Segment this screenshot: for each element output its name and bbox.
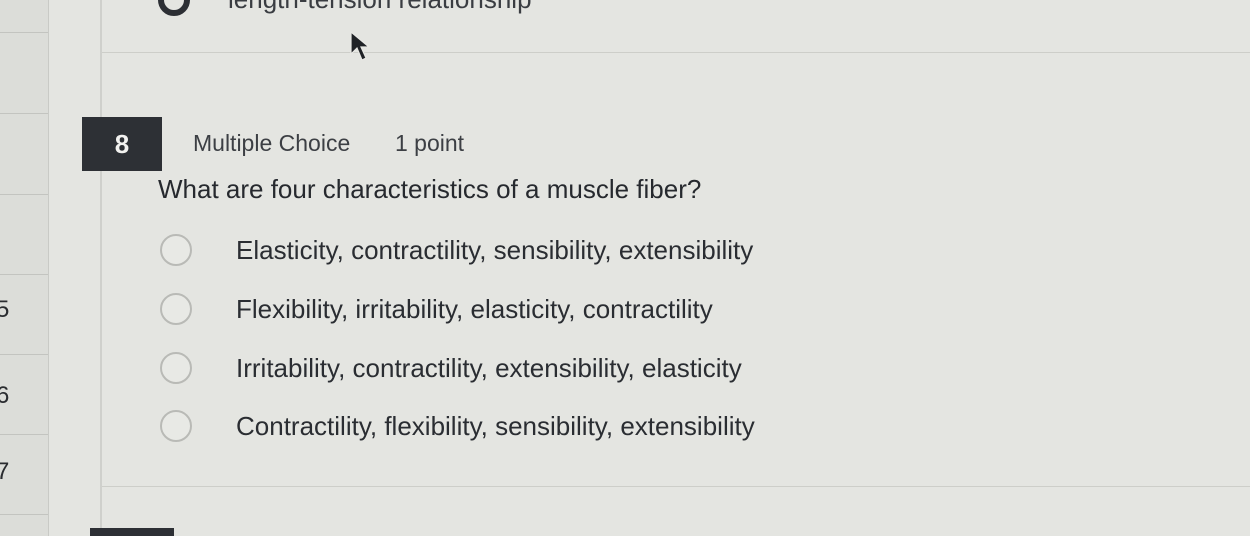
answer-option-label: Flexibility, irritability, elasticity, c… xyxy=(236,293,713,324)
mouse-pointer-icon xyxy=(350,30,371,61)
answer-option-2[interactable]: Flexibility, irritability, elasticity, c… xyxy=(160,289,713,329)
nav-item-5[interactable]: 5 xyxy=(0,274,48,355)
question-points: 1 point xyxy=(395,130,465,156)
nav-item-6[interactable]: 6 xyxy=(0,354,48,435)
answer-option-label: Elasticity, contractility, sensibility, … xyxy=(236,234,754,265)
nav-item[interactable] xyxy=(0,0,48,33)
nav-item-number: 5 xyxy=(0,296,10,323)
radio-button-icon[interactable] xyxy=(160,293,192,325)
answer-option-3[interactable]: Irritability, contractility, extensibili… xyxy=(160,348,742,388)
answer-option-1[interactable]: Elasticity, contractility, sensibility, … xyxy=(160,230,753,270)
previous-question-option-label: length-tension relationship xyxy=(228,0,532,15)
radio-button-icon[interactable] xyxy=(160,410,192,442)
question-navigation: 5 6 7 xyxy=(0,0,49,536)
nav-item-number: 7 xyxy=(0,458,10,485)
answer-option-label: Irritability, contractility, extensibili… xyxy=(236,352,742,383)
question-separator xyxy=(102,52,1250,53)
nav-item[interactable] xyxy=(0,33,48,114)
question-prompt: What are four characteristics of a muscl… xyxy=(158,174,702,204)
nav-item-7[interactable]: 7 xyxy=(0,434,48,515)
nav-item-number: 6 xyxy=(0,382,10,409)
nav-item[interactable] xyxy=(0,114,48,195)
next-question-badge xyxy=(90,528,174,536)
radio-button-icon[interactable] xyxy=(160,352,192,384)
question-type: Multiple Choice xyxy=(193,130,351,156)
answer-option-4[interactable]: Contractility, flexibility, sensibility,… xyxy=(160,406,755,446)
answer-option-label: Contractility, flexibility, sensibility,… xyxy=(236,410,755,441)
nav-item[interactable] xyxy=(0,194,48,275)
content-divider xyxy=(100,0,102,536)
previous-question-radio[interactable] xyxy=(158,0,190,16)
radio-button-icon[interactable] xyxy=(160,234,192,266)
question-separator xyxy=(102,486,1250,487)
question-number-badge: 8 xyxy=(82,117,162,171)
